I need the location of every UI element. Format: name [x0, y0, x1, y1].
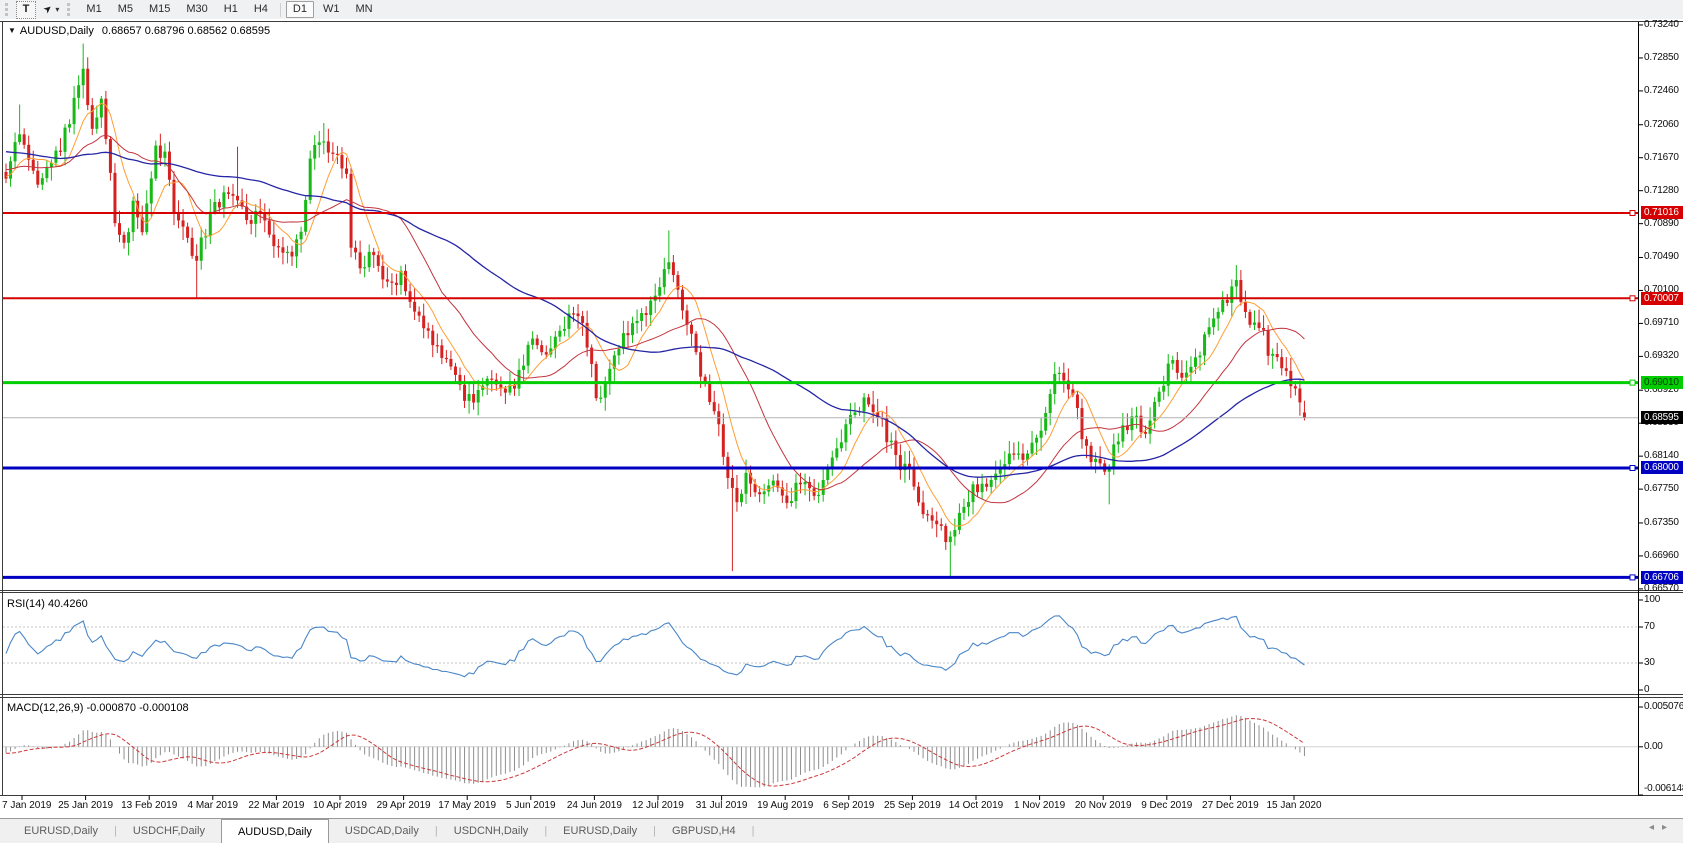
tab-divider: | — [752, 819, 755, 843]
price-axis-tick-label: 0.71670 — [1644, 152, 1683, 164]
price-level-badge: 0.70007 — [1641, 292, 1683, 305]
price-axis-tick-label: 0.71280 — [1644, 185, 1683, 197]
chart-tab-usdcad-daily[interactable]: USDCAD,Daily — [329, 819, 435, 843]
macd-axis-tick-label: -0.006148 — [1644, 783, 1683, 795]
rsi-axis-tick-label: 70 — [1644, 621, 1683, 633]
rsi-axis-tick-label: 30 — [1644, 657, 1683, 669]
price-axis-tick-label: 0.70490 — [1644, 251, 1683, 263]
date-axis-label: 15 Jan 2020 — [1248, 800, 1340, 811]
tab-scroll-arrows: ◂▸ — [1649, 822, 1675, 833]
price-axis-tick-label: 0.67750 — [1644, 483, 1683, 495]
ohlc-values: 0.68657 0.68796 0.68562 0.68595 — [102, 25, 270, 37]
level-line-handle — [1630, 575, 1635, 580]
level-line-handle — [1630, 465, 1635, 470]
price-axis-tick-label: 0.66960 — [1644, 550, 1683, 562]
tab-scroll-right-icon[interactable]: ▸ — [1662, 822, 1675, 833]
tab-scroll-left-icon[interactable]: ◂ — [1649, 822, 1662, 833]
chart-canvas[interactable] — [0, 0, 1683, 843]
chart-tab-eurusd-daily[interactable]: EURUSD,Daily — [547, 819, 653, 843]
symbol-period-label: AUDUSD,Daily — [20, 25, 94, 37]
price-axis-tick-label: 0.72850 — [1644, 52, 1683, 64]
price-axis-tick-label: 0.67350 — [1644, 517, 1683, 529]
tab-bar: EURUSD,Daily|USDCHF,DailyAUDUSD,DailyUSD… — [0, 818, 1683, 843]
macd-axis-tick-label: 0.00 — [1644, 741, 1683, 753]
rsi-indicator-label: RSI(14) 40.4260 — [7, 598, 88, 610]
current-price-badge: 0.68595 — [1641, 411, 1683, 424]
price-axis-tick-label: 0.68140 — [1644, 450, 1683, 462]
chart-tab-audusd-daily[interactable]: AUDUSD,Daily — [221, 819, 329, 843]
rsi-layer — [6, 616, 1304, 677]
collapse-icon[interactable]: ▼ — [8, 26, 16, 35]
price-axis-tick-label: 0.72460 — [1644, 85, 1683, 97]
moving-averages-layer — [6, 103, 1304, 526]
chart-tab-usdcnh-daily[interactable]: USDCNH,Daily — [438, 819, 545, 843]
price-axis-tick-label: 0.69320 — [1644, 350, 1683, 362]
rsi-axis-tick-label: 0 — [1644, 684, 1683, 696]
price-level-badge: 0.66706 — [1641, 571, 1683, 584]
macd-indicator-label: MACD(12,26,9) -0.000870 -0.000108 — [7, 702, 189, 714]
level-line-handle — [1630, 296, 1635, 301]
macd-axis-tick-label: 0.005076 — [1644, 701, 1683, 713]
level-line-handle — [1630, 210, 1635, 215]
price-axis-tick-label: 0.72060 — [1644, 119, 1683, 131]
level-line-handle — [1630, 380, 1635, 385]
mt4-window: { "toolbar": { "text_tool": "T", "cursor… — [0, 0, 1683, 843]
price-level-badge: 0.68000 — [1641, 461, 1683, 474]
price-level-badge: 0.71016 — [1641, 206, 1683, 219]
chart-tab-usdchf-daily[interactable]: USDCHF,Daily — [117, 819, 221, 843]
price-axis-tick-label: 0.73240 — [1644, 19, 1683, 31]
candles-layer — [5, 44, 1306, 578]
chart-tab-gbpusd-h4[interactable]: GBPUSD,H4 — [656, 819, 752, 843]
macd-layer — [6, 715, 1304, 787]
chart-title: ▼ AUDUSD,Daily 0.68657 0.68796 0.68562 0.6… — [8, 25, 270, 37]
price-axis-tick-label: 0.69710 — [1644, 317, 1683, 329]
rsi-axis-tick-label: 100 — [1644, 594, 1683, 606]
price-level-badge: 0.69010 — [1641, 376, 1683, 389]
chart-tab-eurusd-daily[interactable]: EURUSD,Daily — [8, 819, 114, 843]
